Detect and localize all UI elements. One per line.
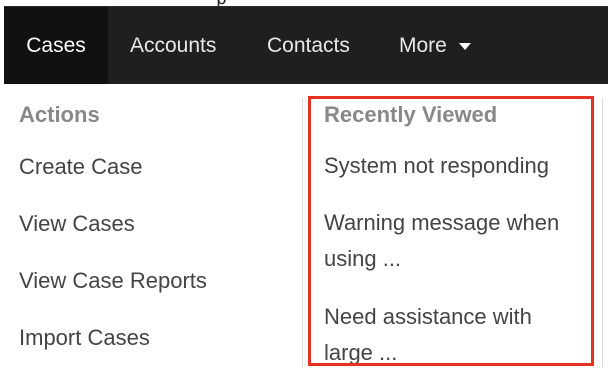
panel-right-border — [602, 98, 603, 368]
actions-header: Actions — [19, 102, 100, 127]
page: p Cases Accounts Contacts More Actions C… — [0, 0, 608, 374]
nav-tab-cases[interactable]: Cases — [4, 7, 108, 85]
menu-item-create-case[interactable]: Create Case — [19, 154, 143, 180]
menu-item-view-case-reports[interactable]: View Case Reports — [19, 268, 207, 294]
recently-viewed-highlight-box — [308, 96, 594, 366]
nav-more-label: More — [399, 34, 447, 57]
menu-item-view-cases[interactable]: View Cases — [19, 211, 135, 237]
nav-tab-contacts[interactable]: Contacts — [267, 7, 350, 85]
top-navbar: Cases Accounts Contacts More — [4, 6, 608, 85]
nav-tab-more[interactable]: More — [399, 7, 471, 85]
caret-down-icon — [458, 42, 471, 50]
column-divider — [302, 98, 303, 368]
cases-dropdown-menu: Actions Create Case View Cases View Case… — [4, 84, 608, 374]
menu-item-import-cases[interactable]: Import Cases — [19, 325, 150, 351]
nav-tab-accounts[interactable]: Accounts — [130, 7, 216, 85]
